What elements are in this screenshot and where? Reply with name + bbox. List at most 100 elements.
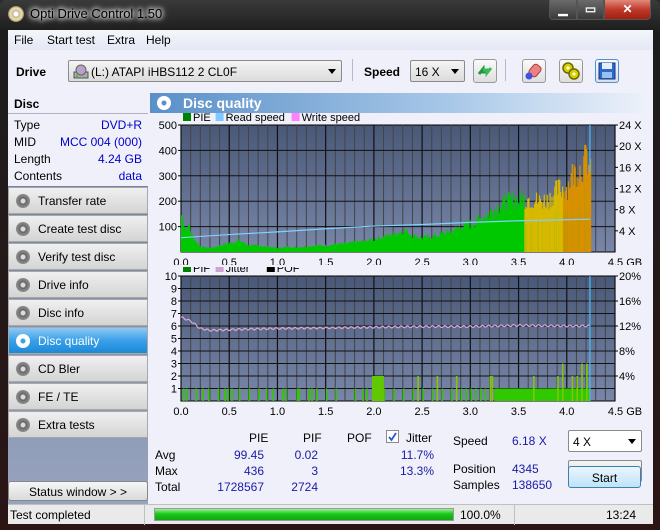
stats-max-jitter: 13.3% <box>399 464 434 478</box>
nav-item-verify-test-disc[interactable]: Verify test disc <box>8 243 148 270</box>
divider <box>8 113 148 114</box>
menu-start-test[interactable]: Start test <box>47 33 95 47</box>
x-tick-label: 2.5 <box>414 406 429 418</box>
speed-select[interactable]: 16 X <box>410 60 465 82</box>
drive-value: (L:) ATAPI iHBS112 2 CL0F <box>91 65 238 79</box>
refresh-button[interactable] <box>473 59 497 83</box>
pif-bar <box>566 388 569 401</box>
pif-bar <box>475 388 477 401</box>
progress-text: 100.0% <box>460 508 501 522</box>
pif-bar <box>362 388 364 401</box>
disc-value: data <box>118 169 142 183</box>
test-speed-select[interactable]: 4 X <box>568 430 642 452</box>
nav-item-create-test-disc[interactable]: Create test disc <box>8 215 148 242</box>
pif-bar <box>185 388 188 401</box>
pif-bar <box>571 376 574 401</box>
minimize-button[interactable]: ▁ <box>549 0 577 20</box>
nav-item-label: Extra tests <box>38 418 95 432</box>
chevron-down-icon <box>628 439 636 444</box>
nav-item-fe-te[interactable]: FE / TE <box>8 383 148 410</box>
legend-label: POF <box>277 267 300 275</box>
x-tick-label: 3.5 <box>511 257 526 265</box>
y-tick-label: 8 <box>171 296 177 308</box>
disc-icon <box>16 362 30 376</box>
y2-tick-label: 4 X <box>619 226 636 238</box>
y-tick-label: 4 <box>171 346 177 358</box>
pif-bar <box>393 388 395 401</box>
checkmark-icon <box>388 432 397 442</box>
nav-item-cd-bler[interactable]: CD Bler <box>8 355 148 382</box>
close-button[interactable]: ✕ <box>604 0 651 20</box>
y-tick-label: 2 <box>171 371 177 383</box>
start-button[interactable]: Start <box>568 466 641 488</box>
nav-item-disc-quality[interactable]: Disc quality <box>8 327 148 354</box>
maximize-button[interactable]: ▭ <box>577 0 604 20</box>
stats-max-pie: 436 <box>243 464 264 478</box>
drive-select[interactable]: (L:) ATAPI iHBS112 2 CL0F <box>68 60 342 82</box>
drive-icon <box>73 64 89 79</box>
x-tick-label: 1.0 <box>270 257 285 265</box>
refresh-icon <box>477 64 493 78</box>
pif-bar <box>354 388 357 401</box>
pif-bar <box>431 388 434 401</box>
y-tick-label: 300 <box>159 171 177 183</box>
nav-item-drive-info[interactable]: Drive info <box>8 271 148 298</box>
nav-item-transfer-rate[interactable]: Transfer rate <box>8 187 148 214</box>
x-tick-label: 3.5 <box>511 406 526 418</box>
jitter-checkbox[interactable] <box>386 430 399 443</box>
pif-bar <box>523 388 525 401</box>
stats-row-label: Avg <box>155 448 176 462</box>
disc-icon <box>16 278 30 292</box>
pif-bar <box>417 376 419 401</box>
nav-item-label: FE / TE <box>38 390 79 404</box>
save-button[interactable] <box>595 59 619 83</box>
app-window: Opti Drive Control 1.50 ▁ ▭ ✕ File Start… <box>0 0 660 530</box>
pif-bar <box>248 388 251 401</box>
x-tick-label: 0.5 <box>222 257 237 265</box>
disc-icon <box>16 222 30 236</box>
stats-avg-pie: 99.45 <box>233 448 264 462</box>
pif-bar <box>325 388 328 401</box>
pif-bar <box>217 388 220 401</box>
menu-file[interactable]: File <box>14 33 33 47</box>
disc-icon <box>16 418 30 432</box>
pif-bar <box>499 388 501 401</box>
settings-button[interactable] <box>559 59 583 83</box>
x-tick-label: 2.0 <box>366 257 381 265</box>
status-window-button[interactable]: Status window > > <box>8 481 148 501</box>
pif-bar <box>504 388 506 401</box>
nav-item-label: CD Bler <box>38 362 81 376</box>
menu-extra[interactable]: Extra <box>107 33 135 47</box>
y-tick-label: 7 <box>171 309 177 321</box>
chevron-down-icon <box>451 69 459 74</box>
samples-value: 138650 <box>512 478 553 492</box>
y-tick-label: 1 <box>171 384 177 396</box>
y2-tick-label: 16 X <box>619 162 642 174</box>
pif-bar <box>494 388 497 401</box>
stats-header-pie: PIE <box>249 431 269 445</box>
legend-label: Read speed <box>226 113 285 124</box>
y2-tick-label: 8 X <box>619 205 636 217</box>
pif-bar <box>208 388 210 401</box>
nav-item-label: Drive info <box>38 278 89 292</box>
pif-bar <box>282 388 284 401</box>
panel-header: Disc quality <box>150 93 650 113</box>
x-tick-label: 1.5 <box>318 406 333 418</box>
x-tick-label: 4.5 GB <box>608 406 642 418</box>
erase-button[interactable] <box>522 59 546 83</box>
disc-info-panel: Disc Type DVD+R MID MCC 004 (000) Length 4.… <box>8 93 148 186</box>
progress-bar <box>154 508 454 521</box>
pif-bar <box>513 388 516 401</box>
x-tick-label: 2.5 <box>414 257 429 265</box>
nav-item-label: Disc quality <box>38 334 100 348</box>
menu-help[interactable]: Help <box>146 33 171 47</box>
legend-swatch <box>215 267 224 272</box>
y-tick-label: 500 <box>159 120 177 132</box>
nav-item-disc-info[interactable]: Disc info <box>8 299 148 326</box>
x-tick-label: 4.0 <box>559 257 574 265</box>
pif-bar <box>402 388 405 401</box>
x-tick-label: 4.5 GB <box>608 257 642 265</box>
nav-item-extra-tests[interactable]: Extra tests <box>8 411 148 438</box>
disc-icon <box>16 306 30 320</box>
legend-swatch <box>266 267 275 272</box>
